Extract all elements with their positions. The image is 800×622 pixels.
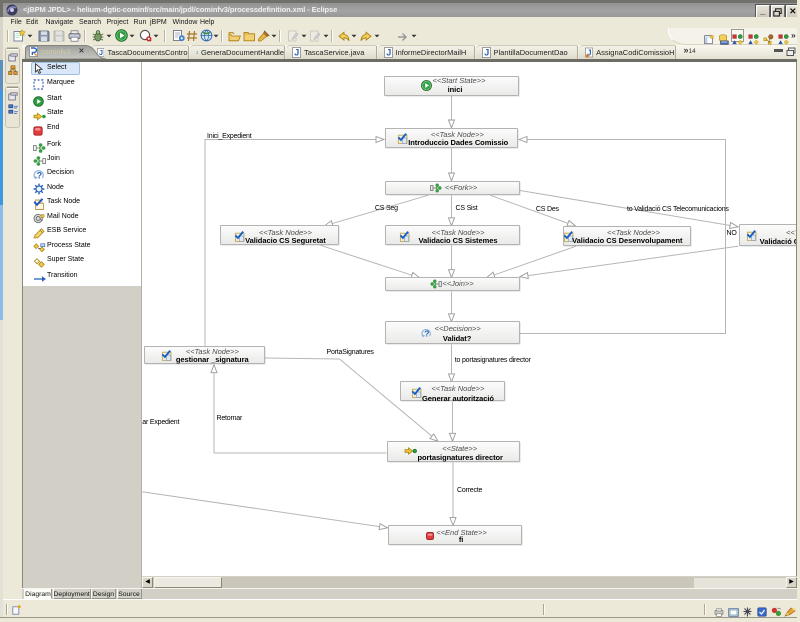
- svg-text:?: ?: [37, 170, 43, 180]
- svg-text:J: J: [484, 47, 489, 57]
- svg-text:J: J: [386, 47, 391, 57]
- svg-text:J: J: [294, 47, 299, 57]
